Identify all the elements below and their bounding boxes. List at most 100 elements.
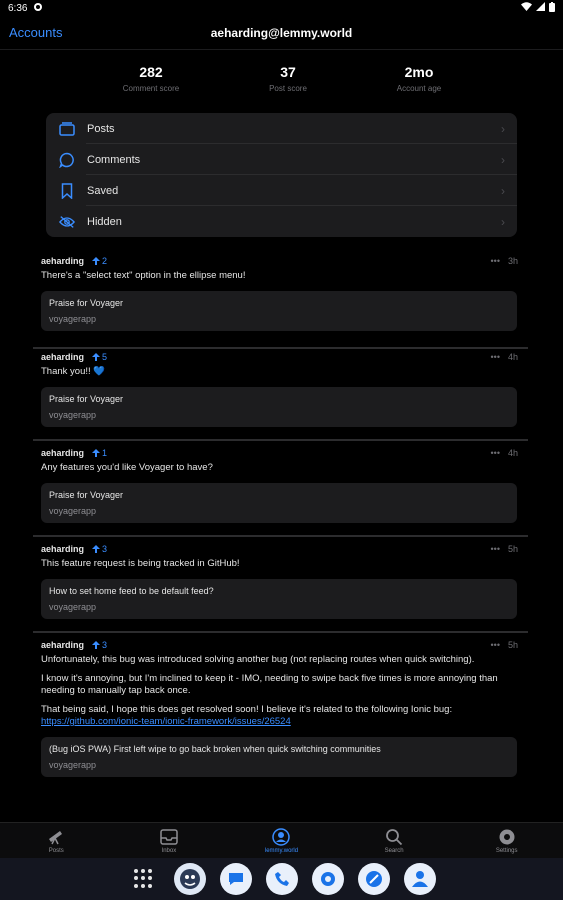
- tab-label: Inbox: [161, 847, 177, 854]
- inbox-icon: [160, 828, 178, 846]
- comment-post-card[interactable]: Praise for Voyager voyagerapp: [41, 290, 517, 331]
- menu-item-comments[interactable]: Comments ›: [46, 144, 517, 175]
- comment-post-card[interactable]: How to set home feed to be default feed?…: [41, 578, 517, 619]
- tab-inbox[interactable]: Inbox: [113, 823, 226, 858]
- account-age-value: 2mo: [404, 64, 434, 80]
- more-options-icon[interactable]: •••: [491, 544, 500, 554]
- comment-paragraph: This feature request is being tracked in…: [41, 558, 240, 569]
- comment-upvotes: 3: [102, 544, 108, 554]
- tab-settings[interactable]: Settings: [450, 823, 563, 858]
- post-score-value: 37: [280, 64, 296, 80]
- comment-upvotes: 5: [102, 352, 108, 362]
- tab-bar: Posts Inbox lemmy.world Search Settings: [0, 822, 563, 858]
- post-title: (Bug iOS PWA) First left wipe to go back…: [49, 743, 381, 754]
- comment-author[interactable]: aeharding: [41, 448, 84, 458]
- comment-age: 4h: [507, 448, 518, 458]
- post-score-label: Post score: [269, 84, 307, 93]
- settings-app-icon[interactable]: [311, 863, 344, 895]
- post-community: voyagerapp: [49, 313, 97, 324]
- comment-score-badge: 5: [92, 352, 107, 362]
- messages-app-icon[interactable]: [219, 863, 252, 895]
- posts-icon: [59, 121, 75, 137]
- status-bar: 6:36: [0, 0, 563, 16]
- comment-divider: [33, 535, 528, 537]
- more-options-icon[interactable]: •••: [491, 640, 500, 650]
- comment-score: 282 Comment score: [96, 64, 206, 93]
- comment-author[interactable]: aeharding: [41, 352, 84, 362]
- comment-score-label: Comment score: [122, 84, 180, 93]
- comment-divider: [33, 631, 528, 633]
- comment-author[interactable]: aeharding: [41, 256, 84, 266]
- status-time: 6:36: [8, 2, 28, 14]
- pen-app-icon[interactable]: [357, 863, 390, 895]
- menu-item-label: Posts: [87, 122, 115, 135]
- telescope-icon: [47, 828, 65, 846]
- menu-item-posts[interactable]: Posts ›: [46, 113, 517, 144]
- upvote-arrow-icon: [92, 449, 101, 457]
- account-age-label: Account age: [396, 84, 442, 93]
- comment-item[interactable]: aeharding 2 ••• 3h There's a "select tex…: [33, 254, 528, 349]
- comment-link[interactable]: https://github.com/ionic-team/ionic-fram…: [41, 716, 291, 727]
- contacts-app-icon[interactable]: [403, 863, 436, 895]
- menu-item-label: Comments: [87, 153, 141, 166]
- post-title: How to set home feed to be default feed?: [49, 585, 214, 596]
- comment-post-card[interactable]: Praise for Voyager voyagerapp: [41, 482, 517, 523]
- search-icon: [385, 828, 403, 846]
- apps-grid-icon[interactable]: [128, 863, 160, 895]
- comment-divider: [33, 439, 528, 441]
- phone-app-icon[interactable]: [265, 863, 298, 895]
- post-community: voyagerapp: [49, 505, 97, 516]
- bookmark-icon: [59, 182, 75, 199]
- profile-menu: Posts › Comments › Saved › Hidden ›: [46, 113, 517, 237]
- signal-icon: [536, 2, 545, 14]
- comment-item[interactable]: aeharding 5 ••• 4h Thank you!! 💙 Praise …: [33, 350, 528, 441]
- battery-icon: [549, 1, 555, 15]
- upvote-arrow-icon: [92, 641, 101, 649]
- voyager-app-icon[interactable]: [173, 863, 206, 895]
- comment-score-badge: 2: [92, 256, 107, 266]
- profile-scores: 282 Comment score 37 Post score 2mo Acco…: [0, 64, 563, 100]
- tab-profile[interactable]: lemmy.world: [225, 823, 338, 858]
- comment-upvotes: 1: [102, 448, 108, 458]
- menu-item-hidden[interactable]: Hidden ›: [46, 206, 517, 237]
- comment-meta: aeharding 5 ••• 4h: [33, 350, 528, 364]
- tab-label: Posts: [48, 847, 64, 854]
- comment-meta: aeharding 3 ••• 5h: [33, 638, 528, 652]
- comment-score-value: 282: [139, 64, 163, 80]
- page-title: aeharding@lemmy.world: [210, 25, 353, 40]
- post-community: voyagerapp: [49, 409, 97, 420]
- tab-posts[interactable]: Posts: [0, 823, 113, 858]
- comment-score-badge: 1: [92, 448, 107, 458]
- more-options-icon[interactable]: •••: [491, 352, 500, 362]
- menu-item-saved[interactable]: Saved ›: [46, 175, 517, 206]
- more-options-icon[interactable]: •••: [491, 448, 500, 458]
- notification-icon: [33, 2, 43, 15]
- tab-label: lemmy.world: [264, 847, 299, 854]
- upvote-arrow-icon: [92, 545, 101, 553]
- post-title: Praise for Voyager: [49, 489, 124, 500]
- post-community: voyagerapp: [49, 759, 97, 770]
- tab-search[interactable]: Search: [338, 823, 451, 858]
- accounts-back-button[interactable]: Accounts: [9, 25, 62, 40]
- comment-author[interactable]: aeharding: [41, 640, 84, 650]
- nav-header: Accounts aeharding@lemmy.world: [0, 16, 563, 50]
- comment-body: Thank you!! 💙: [33, 366, 528, 379]
- chevron-right-icon: ›: [501, 121, 505, 136]
- comment-paragraph: Any features you'd like Voyager to have?: [41, 462, 213, 473]
- comment-upvotes: 3: [102, 640, 108, 650]
- comment-body: Unfortunately, this bug was introduced s…: [33, 654, 528, 729]
- comment-author[interactable]: aeharding: [41, 544, 84, 554]
- comment-age: 4h: [507, 352, 518, 362]
- wifi-icon: [521, 2, 532, 14]
- comment-post-card[interactable]: Praise for Voyager voyagerapp: [41, 386, 517, 427]
- comment-item[interactable]: aeharding 3 ••• 5h Unfortunately, this b…: [33, 638, 528, 777]
- more-options-icon[interactable]: •••: [491, 256, 500, 266]
- menu-item-label: Saved: [87, 184, 119, 197]
- comment-item[interactable]: aeharding 1 ••• 4h Any features you'd li…: [33, 446, 528, 537]
- comment-item[interactable]: aeharding 3 ••• 5h This feature request …: [33, 542, 528, 633]
- upvote-arrow-icon: [92, 257, 101, 265]
- post-title: Praise for Voyager: [49, 393, 124, 404]
- comment-post-card[interactable]: (Bug iOS PWA) First left wipe to go back…: [41, 736, 517, 777]
- comment-meta: aeharding 1 ••• 4h: [33, 446, 528, 460]
- comment-paragraph: Unfortunately, this bug was introduced s…: [41, 654, 475, 665]
